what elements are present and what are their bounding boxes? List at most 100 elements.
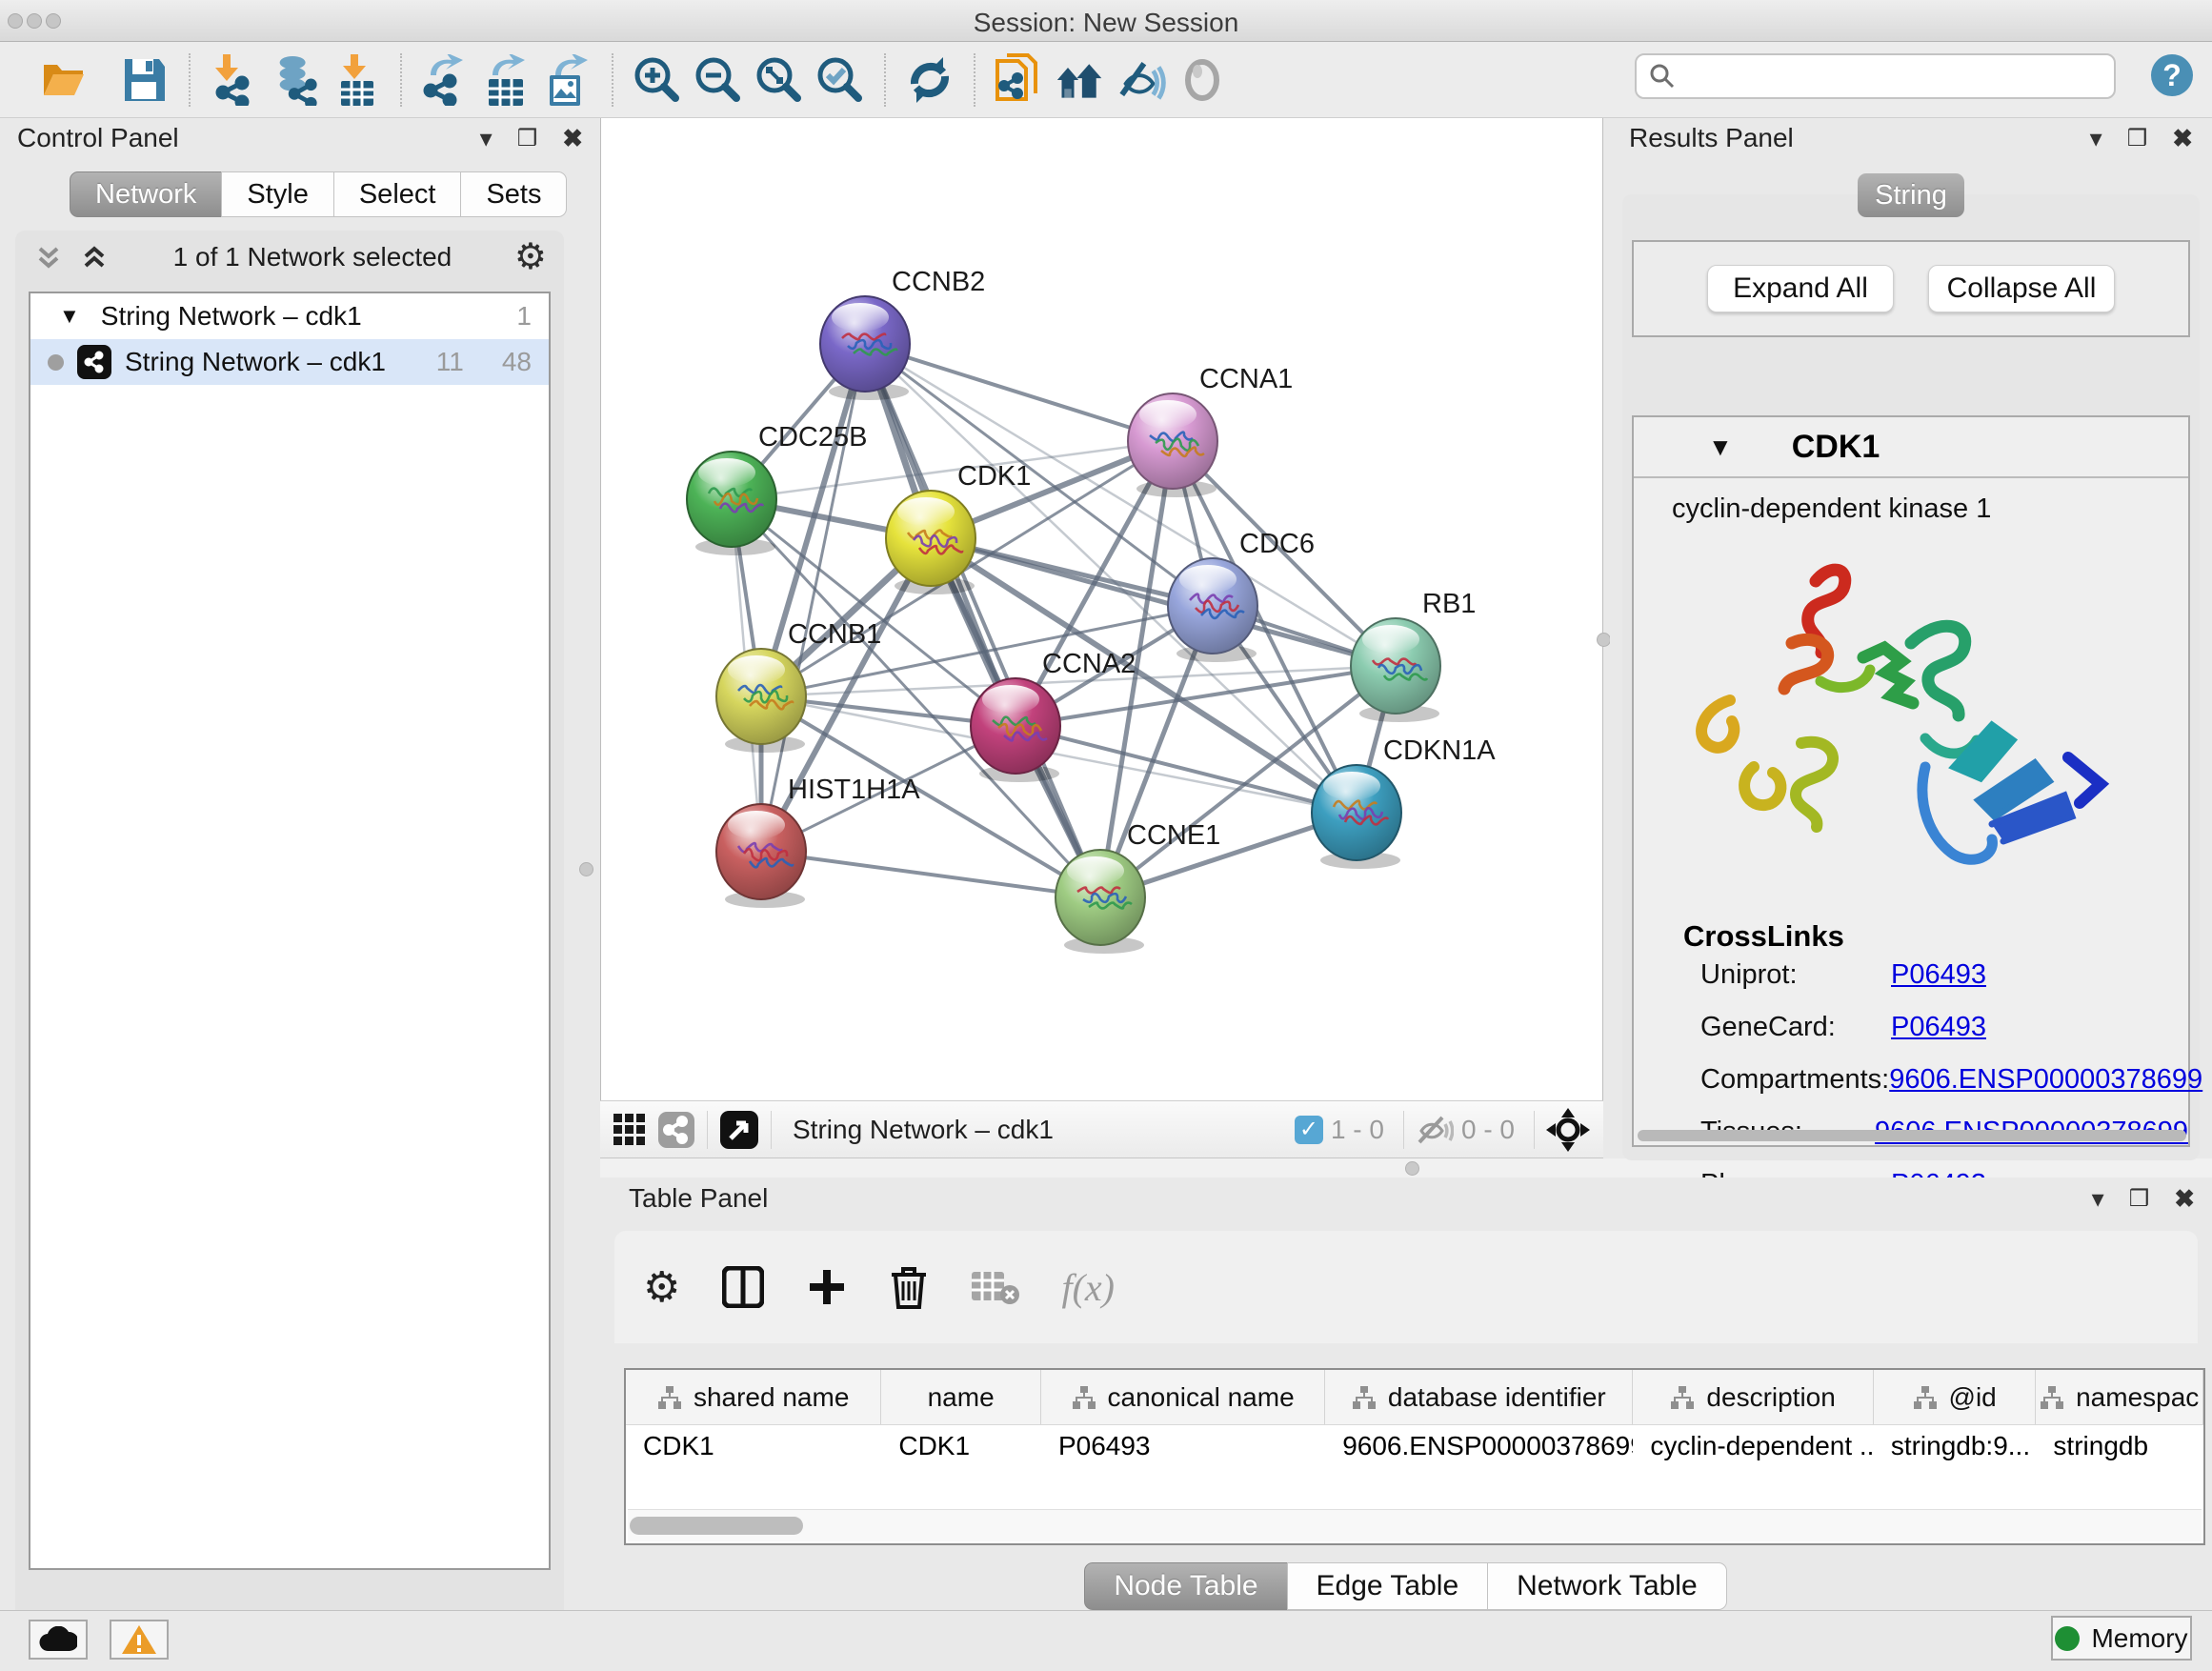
panel-menu-icon[interactable]: ▾	[480, 124, 493, 153]
node-section-title: CDK1	[1792, 429, 1880, 466]
warnings-button[interactable]	[110, 1620, 169, 1660]
open-session-icon[interactable]	[38, 55, 88, 105]
horizontal-splitter-handle[interactable]	[1405, 1161, 1419, 1176]
edge-CDK1-RB1[interactable]	[931, 538, 1396, 666]
zoom-selected-icon[interactable]	[815, 55, 865, 105]
tab-edge-table[interactable]: Edge Table	[1287, 1562, 1489, 1610]
delete-table-icon[interactable]	[970, 1268, 1019, 1306]
fit-selected-crosshair-icon[interactable]	[1546, 1108, 1590, 1152]
import-network-from-database-icon[interactable]	[271, 55, 320, 105]
network-options-gear-icon[interactable]: ⚙	[514, 239, 547, 275]
export-network-icon[interactable]	[421, 55, 471, 105]
search-input[interactable]	[1677, 61, 2086, 92]
vertical-splitter-handle-right[interactable]	[1597, 633, 1611, 647]
selected-checkbox-icon[interactable]: ✓	[1295, 1116, 1323, 1144]
save-session-icon[interactable]	[120, 55, 170, 105]
network-badge-icon[interactable]	[657, 1111, 695, 1149]
grid-view-icon[interactable]	[612, 1112, 648, 1148]
column-header-name[interactable]: name	[881, 1370, 1041, 1424]
results-scrollbar[interactable]	[1638, 1130, 2186, 1141]
node-CDK1[interactable]: CDK1	[886, 461, 1031, 594]
show-graphics-details-icon[interactable]	[1177, 55, 1227, 105]
tab-style[interactable]: Style	[221, 171, 333, 217]
cloud-tasks-button[interactable]	[29, 1620, 88, 1660]
column-header-shared-name[interactable]: shared name	[626, 1370, 881, 1424]
node-CCNB1[interactable]: CCNB1	[716, 619, 881, 753]
close-panel-icon[interactable]: ✖	[2174, 1184, 2195, 1214]
crosslink-link[interactable]: P06493	[1891, 959, 1986, 991]
edge-CCNB2-CCNE1[interactable]	[865, 344, 1100, 897]
panel-menu-icon[interactable]: ▾	[2092, 1184, 2104, 1214]
zoom-in-icon[interactable]	[633, 55, 682, 105]
column-header--id[interactable]: @id	[1874, 1370, 2037, 1424]
string-results-container: Expand All Collapse All ▼ CDK1 cyclin-de…	[1622, 194, 2200, 1160]
table-cell: P06493	[1041, 1425, 1325, 1473]
close-panel-icon[interactable]: ✖	[562, 124, 583, 153]
create-column-icon[interactable]	[806, 1266, 848, 1308]
zoom-fit-icon[interactable]	[754, 55, 804, 105]
vertical-splitter-handle[interactable]	[579, 862, 593, 876]
show-columns-icon[interactable]	[722, 1266, 764, 1308]
update-network-icon[interactable]	[905, 55, 955, 105]
collection-expand-icon[interactable]: ▼	[59, 304, 80, 329]
float-panel-icon[interactable]: ❒	[2127, 125, 2148, 152]
node-CDC6[interactable]: CDC6	[1168, 529, 1315, 662]
node-CCNE1[interactable]: CCNE1	[1056, 820, 1220, 954]
import-network-from-file-icon[interactable]	[210, 55, 259, 105]
column-header-namespac[interactable]: namespac	[2036, 1370, 2203, 1424]
column-type-icon	[657, 1385, 682, 1410]
birdseye-view-icon[interactable]	[719, 1110, 759, 1150]
tab-node-table[interactable]: Node Table	[1084, 1562, 1287, 1610]
table-hscrollbar[interactable]	[628, 1509, 2202, 1541]
memory-button[interactable]: Memory	[2051, 1616, 2192, 1661]
expand-all-button[interactable]: Expand All	[1707, 265, 1894, 312]
network-row-selected[interactable]: String Network – cdk1 11 48	[30, 339, 549, 385]
network-collection-row[interactable]: ▼ String Network – cdk1 1	[30, 293, 549, 339]
table-options-gear-icon[interactable]: ⚙	[643, 1263, 680, 1312]
string-home-icon[interactable]	[1056, 55, 1105, 105]
panel-menu-icon[interactable]: ▾	[2090, 124, 2102, 153]
column-header-database-identifier[interactable]: database identifier	[1325, 1370, 1633, 1424]
search-box[interactable]	[1635, 53, 2116, 99]
tab-sets[interactable]: Sets	[460, 171, 567, 217]
float-panel-icon[interactable]: ❒	[2129, 1185, 2150, 1213]
tab-network[interactable]: Network	[70, 171, 222, 217]
crosslinks-title: CrossLinks	[1683, 919, 2188, 954]
export-table-icon[interactable]	[482, 55, 532, 105]
crosslink-link[interactable]: 9606.ENSP00000378699	[1889, 1064, 2202, 1096]
share-document-icon[interactable]	[995, 55, 1044, 105]
tab-string[interactable]: String	[1858, 173, 1964, 217]
section-collapse-icon[interactable]: ▼	[1708, 433, 1733, 462]
node-HIST1H1A[interactable]: HIST1H1A	[716, 775, 920, 908]
expand-all-icon[interactable]	[78, 241, 111, 273]
table-panel: Table Panel ▾ ❒ ✖ ⚙ f(x) shared namename…	[600, 1178, 2212, 1610]
zoom-out-icon[interactable]	[694, 55, 743, 105]
crosslink-link[interactable]: P06493	[1891, 1012, 1986, 1043]
node-CDKN1A[interactable]: CDKN1A	[1312, 735, 1496, 869]
memory-label: Memory	[2091, 1623, 2187, 1654]
export-image-icon[interactable]	[543, 55, 593, 105]
collapse-all-icon[interactable]	[32, 241, 65, 273]
close-panel-icon[interactable]: ✖	[2172, 124, 2193, 153]
delete-column-icon[interactable]	[890, 1265, 928, 1309]
toolbar-separator	[974, 53, 975, 107]
float-panel-icon[interactable]: ❒	[517, 125, 538, 152]
column-header-canonical-name[interactable]: canonical name	[1041, 1370, 1325, 1424]
collapse-all-button[interactable]: Collapse All	[1928, 265, 2115, 312]
tab-network-table[interactable]: Network Table	[1487, 1562, 1727, 1610]
edge-HIST1H1A-CCNE1[interactable]	[761, 852, 1100, 897]
table-row[interactable]: CDK1CDK1P064939606.ENSP00000378699cyclin…	[626, 1425, 2203, 1473]
import-table-from-file-icon[interactable]	[332, 55, 381, 105]
node-RB1[interactable]: RB1	[1351, 589, 1476, 722]
network-canvas[interactable]: CCNB2CCNA1CDC25BCDK1CDC6RB1CCNB1CCNA2CDK…	[600, 118, 1603, 1100]
function-builder-icon[interactable]: f(x)	[1061, 1265, 1115, 1310]
column-header-description[interactable]: description	[1633, 1370, 1873, 1424]
table-hscrollbar-thumb[interactable]	[630, 1517, 803, 1535]
network-node-count: 11	[436, 347, 464, 377]
edge-CCNB2-CCNA1[interactable]	[865, 344, 1173, 441]
node-description: cyclin-dependent kinase 1	[1672, 493, 2188, 525]
enhance-graphics-icon[interactable]	[1116, 55, 1166, 105]
help-icon[interactable]: ?	[2151, 54, 2193, 96]
network-selection-status: 1 of 1 Network selected	[111, 242, 514, 272]
tab-select[interactable]: Select	[333, 171, 462, 217]
